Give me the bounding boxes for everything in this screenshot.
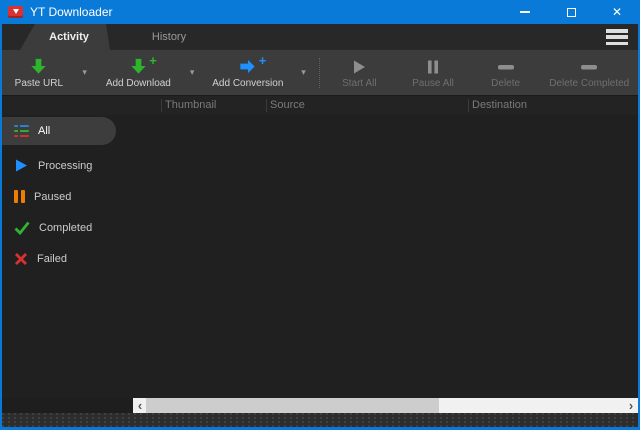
status-bar [2, 413, 638, 427]
horizontal-scrollbar[interactable]: ‹ › [133, 398, 638, 413]
column-header-destination[interactable]: Destination [472, 99, 527, 111]
hamburger-icon [606, 29, 628, 33]
pause-all-button[interactable]: Pause All [395, 50, 471, 95]
tab-activity[interactable]: Activity [20, 24, 110, 50]
pause-icon [14, 190, 25, 203]
convert-plus-icon: + [238, 57, 257, 77]
app-icon [8, 6, 23, 18]
sidebar-item-all-label: All [38, 125, 50, 137]
column-divider [161, 99, 162, 112]
menu-button[interactable] [606, 28, 630, 46]
column-divider [266, 99, 267, 112]
window-controls: ✕ [502, 0, 640, 24]
column-divider [468, 99, 469, 112]
download-arrow-icon [13, 9, 19, 14]
tab-history-label: History [152, 31, 186, 43]
chevron-left-icon: ‹ [138, 399, 142, 412]
delete-completed-button[interactable]: Delete Completed [540, 50, 638, 95]
tab-activity-label: Activity [49, 31, 89, 43]
toolbar: Paste URL ▾ + Add Download ▾ + Add Conve… [2, 50, 638, 95]
paste-url-label: Paste URL [15, 78, 63, 89]
all-filter-icon [14, 125, 29, 138]
titlebar[interactable]: YT Downloader ✕ [0, 0, 640, 24]
scrollbar-left-spacer [2, 398, 133, 413]
app-window: YT Downloader ✕ Activity History [0, 0, 640, 430]
pause-icon [424, 57, 442, 77]
close-button[interactable]: ✕ [594, 0, 640, 24]
add-download-dropdown-button[interactable]: ▾ [181, 50, 203, 95]
scrollbar-thumb[interactable] [146, 398, 439, 413]
plus-icon: + [259, 54, 267, 67]
start-all-button[interactable]: Start All [324, 50, 396, 95]
minus-icon [579, 57, 599, 77]
add-conversion-dropdown-button[interactable]: ▾ [293, 50, 315, 95]
column-header-source[interactable]: Source [270, 99, 305, 111]
minimize-button[interactable] [502, 0, 548, 24]
chevron-down-icon: ▾ [82, 67, 87, 78]
sidebar-item-all[interactable]: All [2, 117, 116, 145]
paste-url-button[interactable]: Paste URL [4, 50, 74, 95]
delete-button[interactable]: Delete [471, 50, 541, 95]
sidebar-item-processing[interactable]: Processing [2, 150, 135, 181]
scrollbar-row: ‹ › [2, 398, 638, 413]
play-icon [350, 57, 368, 77]
sidebar-item-failed-label: Failed [37, 253, 67, 265]
list-column-headers: Thumbnail Source Destination [2, 95, 638, 115]
sidebar-item-completed[interactable]: Completed [2, 212, 135, 243]
start-all-label: Start All [342, 78, 376, 89]
scroll-left-button[interactable]: ‹ [133, 398, 147, 413]
chevron-down-icon: ▾ [301, 67, 306, 78]
column-header-thumbnail[interactable]: Thumbnail [165, 99, 216, 111]
paste-url-dropdown-button[interactable]: ▾ [74, 50, 96, 95]
maximize-button[interactable] [548, 0, 594, 24]
maximize-icon [567, 8, 576, 17]
close-icon: ✕ [612, 6, 622, 18]
tab-bar: Activity History [2, 24, 638, 50]
minimize-icon [520, 11, 530, 13]
toolbar-separator [319, 58, 320, 88]
sidebar-item-failed[interactable]: Failed [2, 243, 135, 274]
minus-icon [496, 57, 516, 77]
scroll-right-button[interactable]: › [624, 398, 638, 413]
add-conversion-label: Add Conversion [212, 78, 283, 89]
tab-history[interactable]: History [114, 24, 224, 50]
add-download-label: Add Download [106, 78, 171, 89]
green-download-arrow-icon [29, 57, 48, 77]
chevron-right-icon: › [629, 399, 633, 412]
plus-icon: + [149, 54, 157, 67]
sidebar-item-paused-label: Paused [34, 191, 71, 203]
x-icon [14, 252, 28, 266]
sidebar-item-paused[interactable]: Paused [2, 181, 135, 212]
delete-label: Delete [491, 78, 520, 89]
window-title: YT Downloader [30, 5, 502, 19]
download-list-area: All Processing Paused Completed [2, 115, 638, 398]
sidebar-item-completed-label: Completed [39, 222, 92, 234]
delete-completed-label: Delete Completed [549, 78, 629, 89]
add-download-button[interactable]: + Add Download [96, 50, 182, 95]
sidebar-item-processing-label: Processing [38, 160, 92, 172]
chevron-down-icon: ▾ [190, 67, 195, 78]
filter-sidebar: All Processing Paused Completed [2, 117, 135, 274]
check-icon [14, 221, 30, 235]
play-icon [14, 158, 29, 173]
add-conversion-button[interactable]: + Add Conversion [203, 50, 293, 95]
download-plus-icon: + [129, 57, 148, 77]
pause-all-label: Pause All [412, 78, 454, 89]
